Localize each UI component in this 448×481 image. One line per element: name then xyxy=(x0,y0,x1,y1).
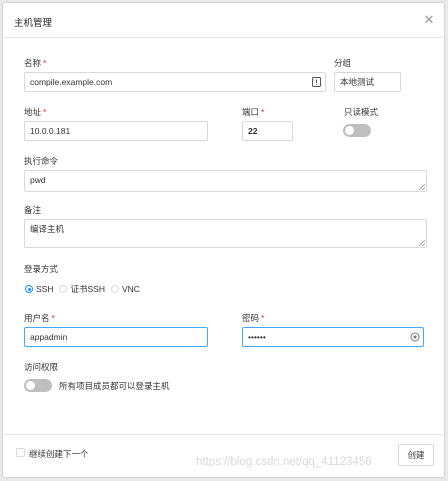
remark-label: 备注 xyxy=(24,205,42,215)
username-input[interactable] xyxy=(24,327,208,347)
eye-icon[interactable] xyxy=(409,331,421,343)
radio-checked-icon xyxy=(25,285,33,293)
radio-unchecked-icon xyxy=(110,285,119,293)
address-input[interactable] xyxy=(24,121,208,141)
command-textarea[interactable]: pwd xyxy=(24,170,427,192)
switch-knob xyxy=(345,126,354,135)
switch-knob xyxy=(26,381,35,390)
group-select[interactable] xyxy=(334,72,401,92)
address-card-icon[interactable] xyxy=(310,76,322,88)
required-mark: * xyxy=(43,58,47,68)
radio-vnc[interactable]: VNC xyxy=(110,284,140,294)
group-label: 分组 xyxy=(334,58,352,68)
remark-textarea[interactable]: 编译主机 xyxy=(24,219,427,248)
create-button[interactable]: 创建 xyxy=(398,444,434,466)
readonly-switch[interactable] xyxy=(343,124,371,137)
radio-unchecked-icon xyxy=(59,285,68,293)
close-icon[interactable]: ✕ xyxy=(422,13,436,27)
login-method-label: 登录方式 xyxy=(24,264,59,274)
port-input[interactable] xyxy=(242,121,293,141)
password-label: 密码 * xyxy=(242,313,265,323)
dialog-header: 主机管理 ✕ xyxy=(3,3,444,38)
login-method-radio-group: SSH 证书SSH VNC xyxy=(25,283,146,295)
radio-ssh[interactable]: SSH xyxy=(25,284,53,294)
port-label: 端口 * xyxy=(242,107,265,117)
host-dialog: 主机管理 ✕ 名称* 分组 地址* 端口* 只读模式 执行命令 pwd 备注 编… xyxy=(2,2,445,478)
continue-label[interactable]: 继续创建下一个 xyxy=(29,448,89,460)
name-input[interactable] xyxy=(24,72,326,92)
radio-cert-ssh[interactable]: 证书SSH xyxy=(59,283,105,295)
password-input[interactable] xyxy=(242,327,424,347)
username-label: 用户名 * xyxy=(24,313,55,323)
access-label: 访问权限 xyxy=(24,362,59,372)
command-label: 执行命令 xyxy=(24,156,59,166)
dialog-footer: 继续创建下一个 创建 xyxy=(3,434,444,477)
address-label: 地址 * xyxy=(24,107,47,117)
access-switch-text: 所有项目成员都可以登录主机 xyxy=(59,381,170,391)
readonly-label: 只读模式 xyxy=(344,107,379,117)
access-switch[interactable] xyxy=(24,379,52,392)
name-label: 名称 * xyxy=(24,58,47,68)
dialog-title: 主机管理 xyxy=(14,18,53,29)
continue-checkbox[interactable] xyxy=(16,448,25,457)
